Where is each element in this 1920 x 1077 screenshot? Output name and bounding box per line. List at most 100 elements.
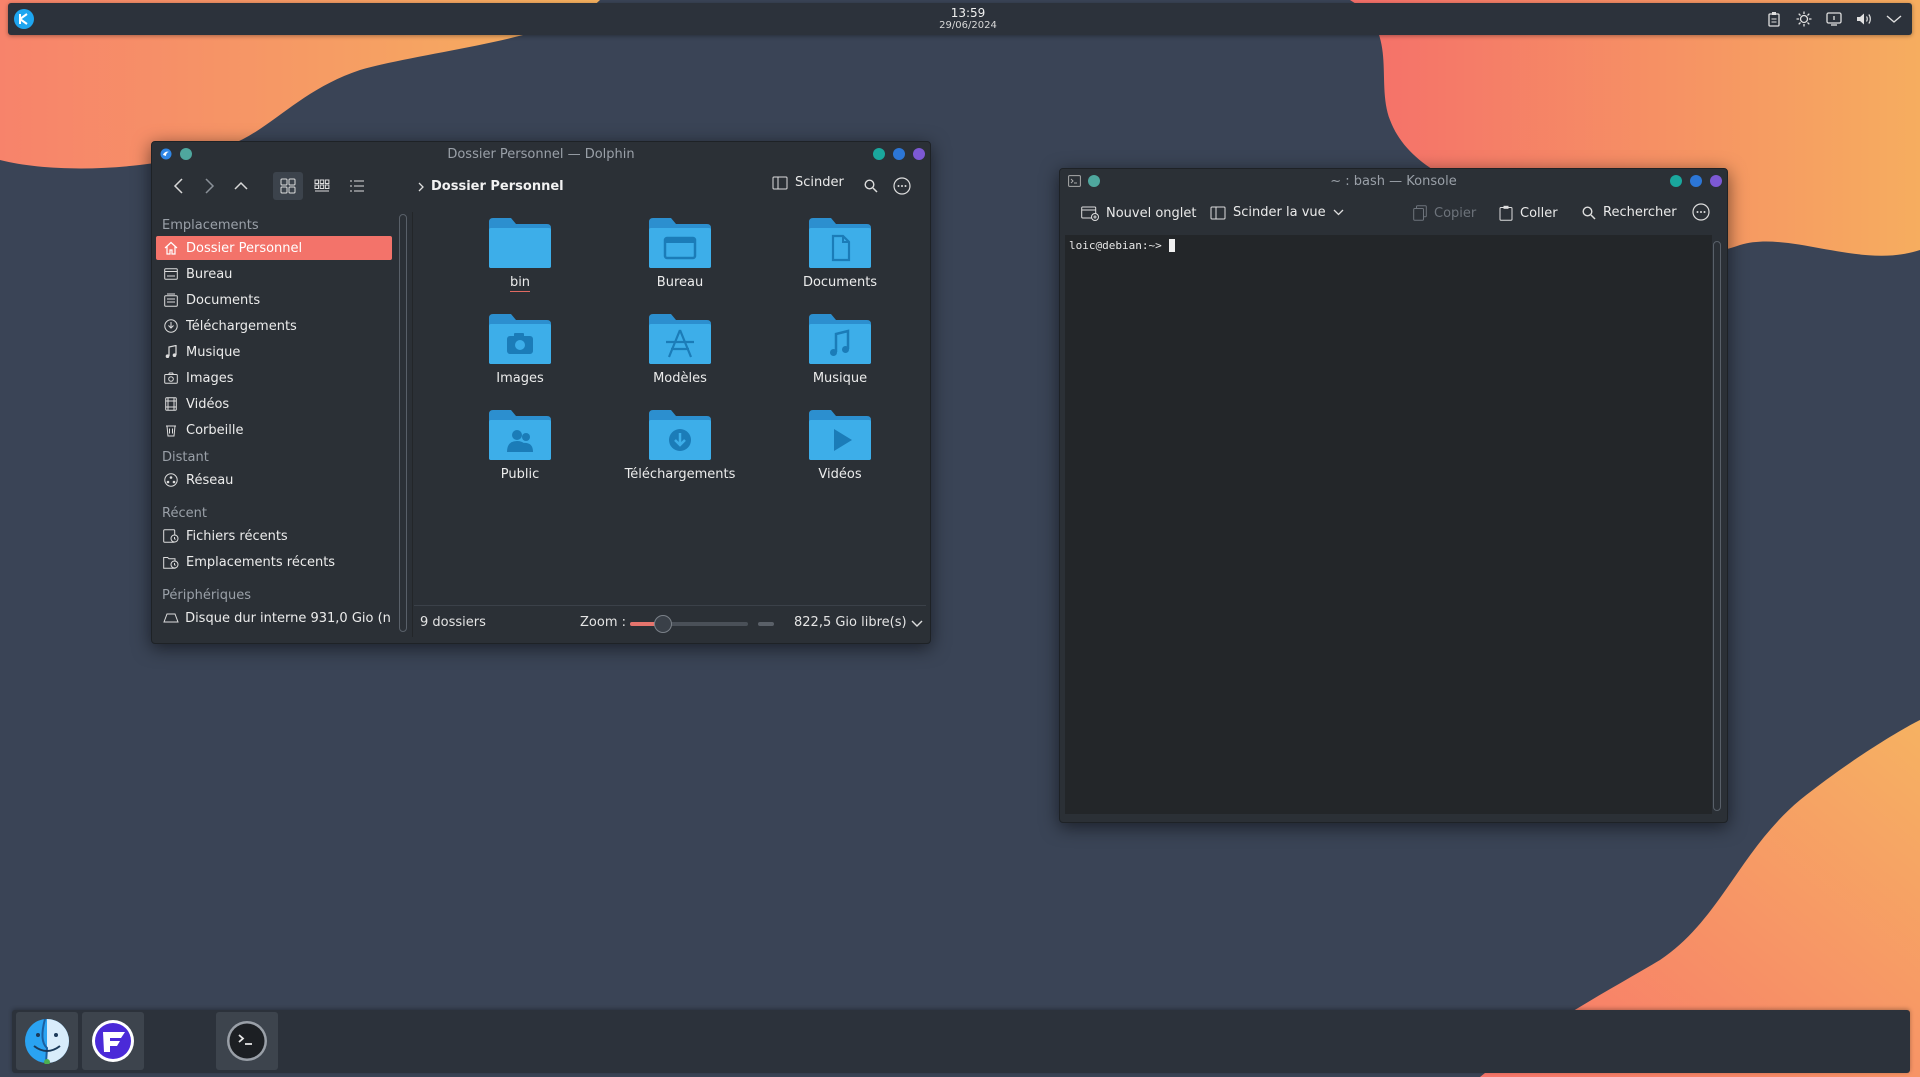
find-button[interactable]: Rechercher [1582,205,1677,220]
sidebar-item-home[interactable]: Dossier Personnel [156,236,392,260]
recent-heading: Récent [162,506,207,521]
folder-item-bureau[interactable]: Bureau [605,216,755,290]
dolphin-toolbar: Dossier Personnel Scinder [152,166,930,206]
compact-view-button[interactable] [307,172,337,200]
maximize-button[interactable] [893,148,905,160]
back-button[interactable] [166,172,192,200]
task-app-f[interactable] [82,1012,144,1070]
zoom-slider[interactable] [630,622,748,626]
split-view-icon [1210,206,1226,219]
zoom-slider-handle[interactable] [654,615,673,633]
sidebar-item-internal-drive[interactable]: Disque dur interne 931,0 Gio (n... [156,606,392,630]
sidebar-item-music[interactable]: Musique [156,340,392,364]
sidebar-scrollbar[interactable] [399,214,407,632]
folder-label: Musique [812,371,868,386]
clipboard-icon[interactable] [1764,9,1784,29]
system-tray [1764,9,1904,29]
breadcrumb[interactable]: Dossier Personnel [417,179,564,194]
sidebar-item-label: Dossier Personnel [186,240,303,256]
folder-label: Images [496,371,544,386]
folder-item-images[interactable]: Images [445,312,595,386]
grid-icon [280,178,296,194]
sidebar-item-recent-places[interactable]: Emplacements récents [156,550,392,574]
konsole-titlebar[interactable]: ~ : bash — Konsole [1060,169,1727,193]
close-button[interactable] [1710,175,1722,187]
search-icon [1582,205,1596,220]
sidebar-item-label: Documents [186,292,261,308]
free-space-bar [758,622,774,626]
clock-time: 13:59 [950,6,986,20]
copy-button[interactable]: Copier [1413,205,1476,221]
more-icon [1692,203,1710,221]
sidebar-item-network[interactable]: Réseau [156,468,392,492]
folder-label: Modèles [653,371,707,386]
terminal-area[interactable]: loic@debian:~> [1065,235,1712,814]
folder-item-telechargements[interactable]: Téléchargements [605,408,755,482]
close-button[interactable] [913,148,925,160]
new-tab-label: Nouvel onglet [1106,205,1197,221]
paste-button[interactable]: Coller [1499,205,1558,221]
sidebar-item-images[interactable]: Images [156,366,392,390]
breadcrumb-current[interactable]: Dossier Personnel [431,179,564,194]
folder-label: Public [500,467,540,482]
search-button[interactable] [859,172,883,200]
split-view-button[interactable]: Scinder la vue [1210,205,1344,220]
finder-icon [25,1018,69,1064]
sidebar-item-recent-files[interactable]: Fichiers récents [156,524,392,548]
status-bar: 9 dossiers Zoom : 822,5 Gio libre(s) [414,605,926,639]
minimize-button[interactable] [873,148,885,160]
volume-icon[interactable] [1854,9,1874,29]
kde-icon [19,13,28,25]
copy-label: Copier [1434,205,1477,221]
remote-heading: Distant [162,450,209,465]
folder-item-musique[interactable]: Musique [765,312,915,386]
network-icon [162,471,180,489]
app-launcher-button[interactable] [14,9,34,29]
new-tab-button[interactable]: Nouvel onglet [1081,205,1197,221]
clock[interactable]: 13:59 29/06/2024 [908,6,1028,32]
sidebar-item-label: Images [186,370,234,386]
up-button[interactable] [228,172,254,200]
forward-button[interactable] [196,172,222,200]
folder-item-public[interactable]: Public [445,408,595,482]
split-button[interactable]: Scinder [772,175,844,190]
icons-view-button[interactable] [273,172,303,200]
sidebar-item-trash[interactable]: Corbeille [156,418,392,442]
menu-button[interactable] [1692,203,1710,221]
drive-icon [162,609,179,627]
dolphin-window: Dossier Personnel — Dolphin Dossier Pers… [151,141,931,644]
terminal-scrollbar[interactable] [1713,241,1721,811]
panel-divider[interactable] [412,212,413,637]
chevron-right-icon [418,182,424,191]
details-view-button[interactable] [342,172,372,200]
chevron-left-icon [173,178,183,194]
folder-item-videos[interactable]: Vidéos [765,408,915,482]
task-finder[interactable] [16,1012,78,1070]
maximize-button[interactable] [1690,175,1702,187]
desktop-folder-icon [649,218,711,268]
chevron-up-icon [234,181,248,190]
window-title: Dossier Personnel — Dolphin [447,147,635,162]
minimize-button[interactable] [1670,175,1682,187]
folder-item-modeles[interactable]: Modèles [605,312,755,386]
documents-folder-icon [809,218,871,268]
folder-view[interactable]: bin Bureau Documents Images Modèles Musi… [414,206,926,605]
folder-item-bin[interactable]: bin [445,216,595,292]
display-icon[interactable] [1824,9,1844,29]
pictures-folder-icon [489,314,551,364]
chevron-down-icon[interactable] [911,620,923,628]
brightness-icon[interactable] [1794,9,1814,29]
public-folder-icon [489,410,551,460]
sidebar-item-desktop[interactable]: Bureau [156,262,392,286]
sidebar-item-downloads[interactable]: Téléchargements [156,314,392,338]
chevron-down-icon[interactable] [1884,9,1904,29]
sidebar-item-videos[interactable]: Vidéos [156,392,392,416]
menu-button[interactable] [890,172,914,200]
task-terminal[interactable] [216,1012,278,1070]
split-view-label: Scinder la vue [1233,205,1326,220]
folder-item-documents[interactable]: Documents [765,216,915,290]
sidebar-item-documents[interactable]: Documents [156,288,392,312]
folder-label: Téléchargements [624,467,736,482]
terminal-prompt: loic@debian:~> [1069,239,1175,252]
dolphin-titlebar[interactable]: Dossier Personnel — Dolphin [152,142,930,166]
